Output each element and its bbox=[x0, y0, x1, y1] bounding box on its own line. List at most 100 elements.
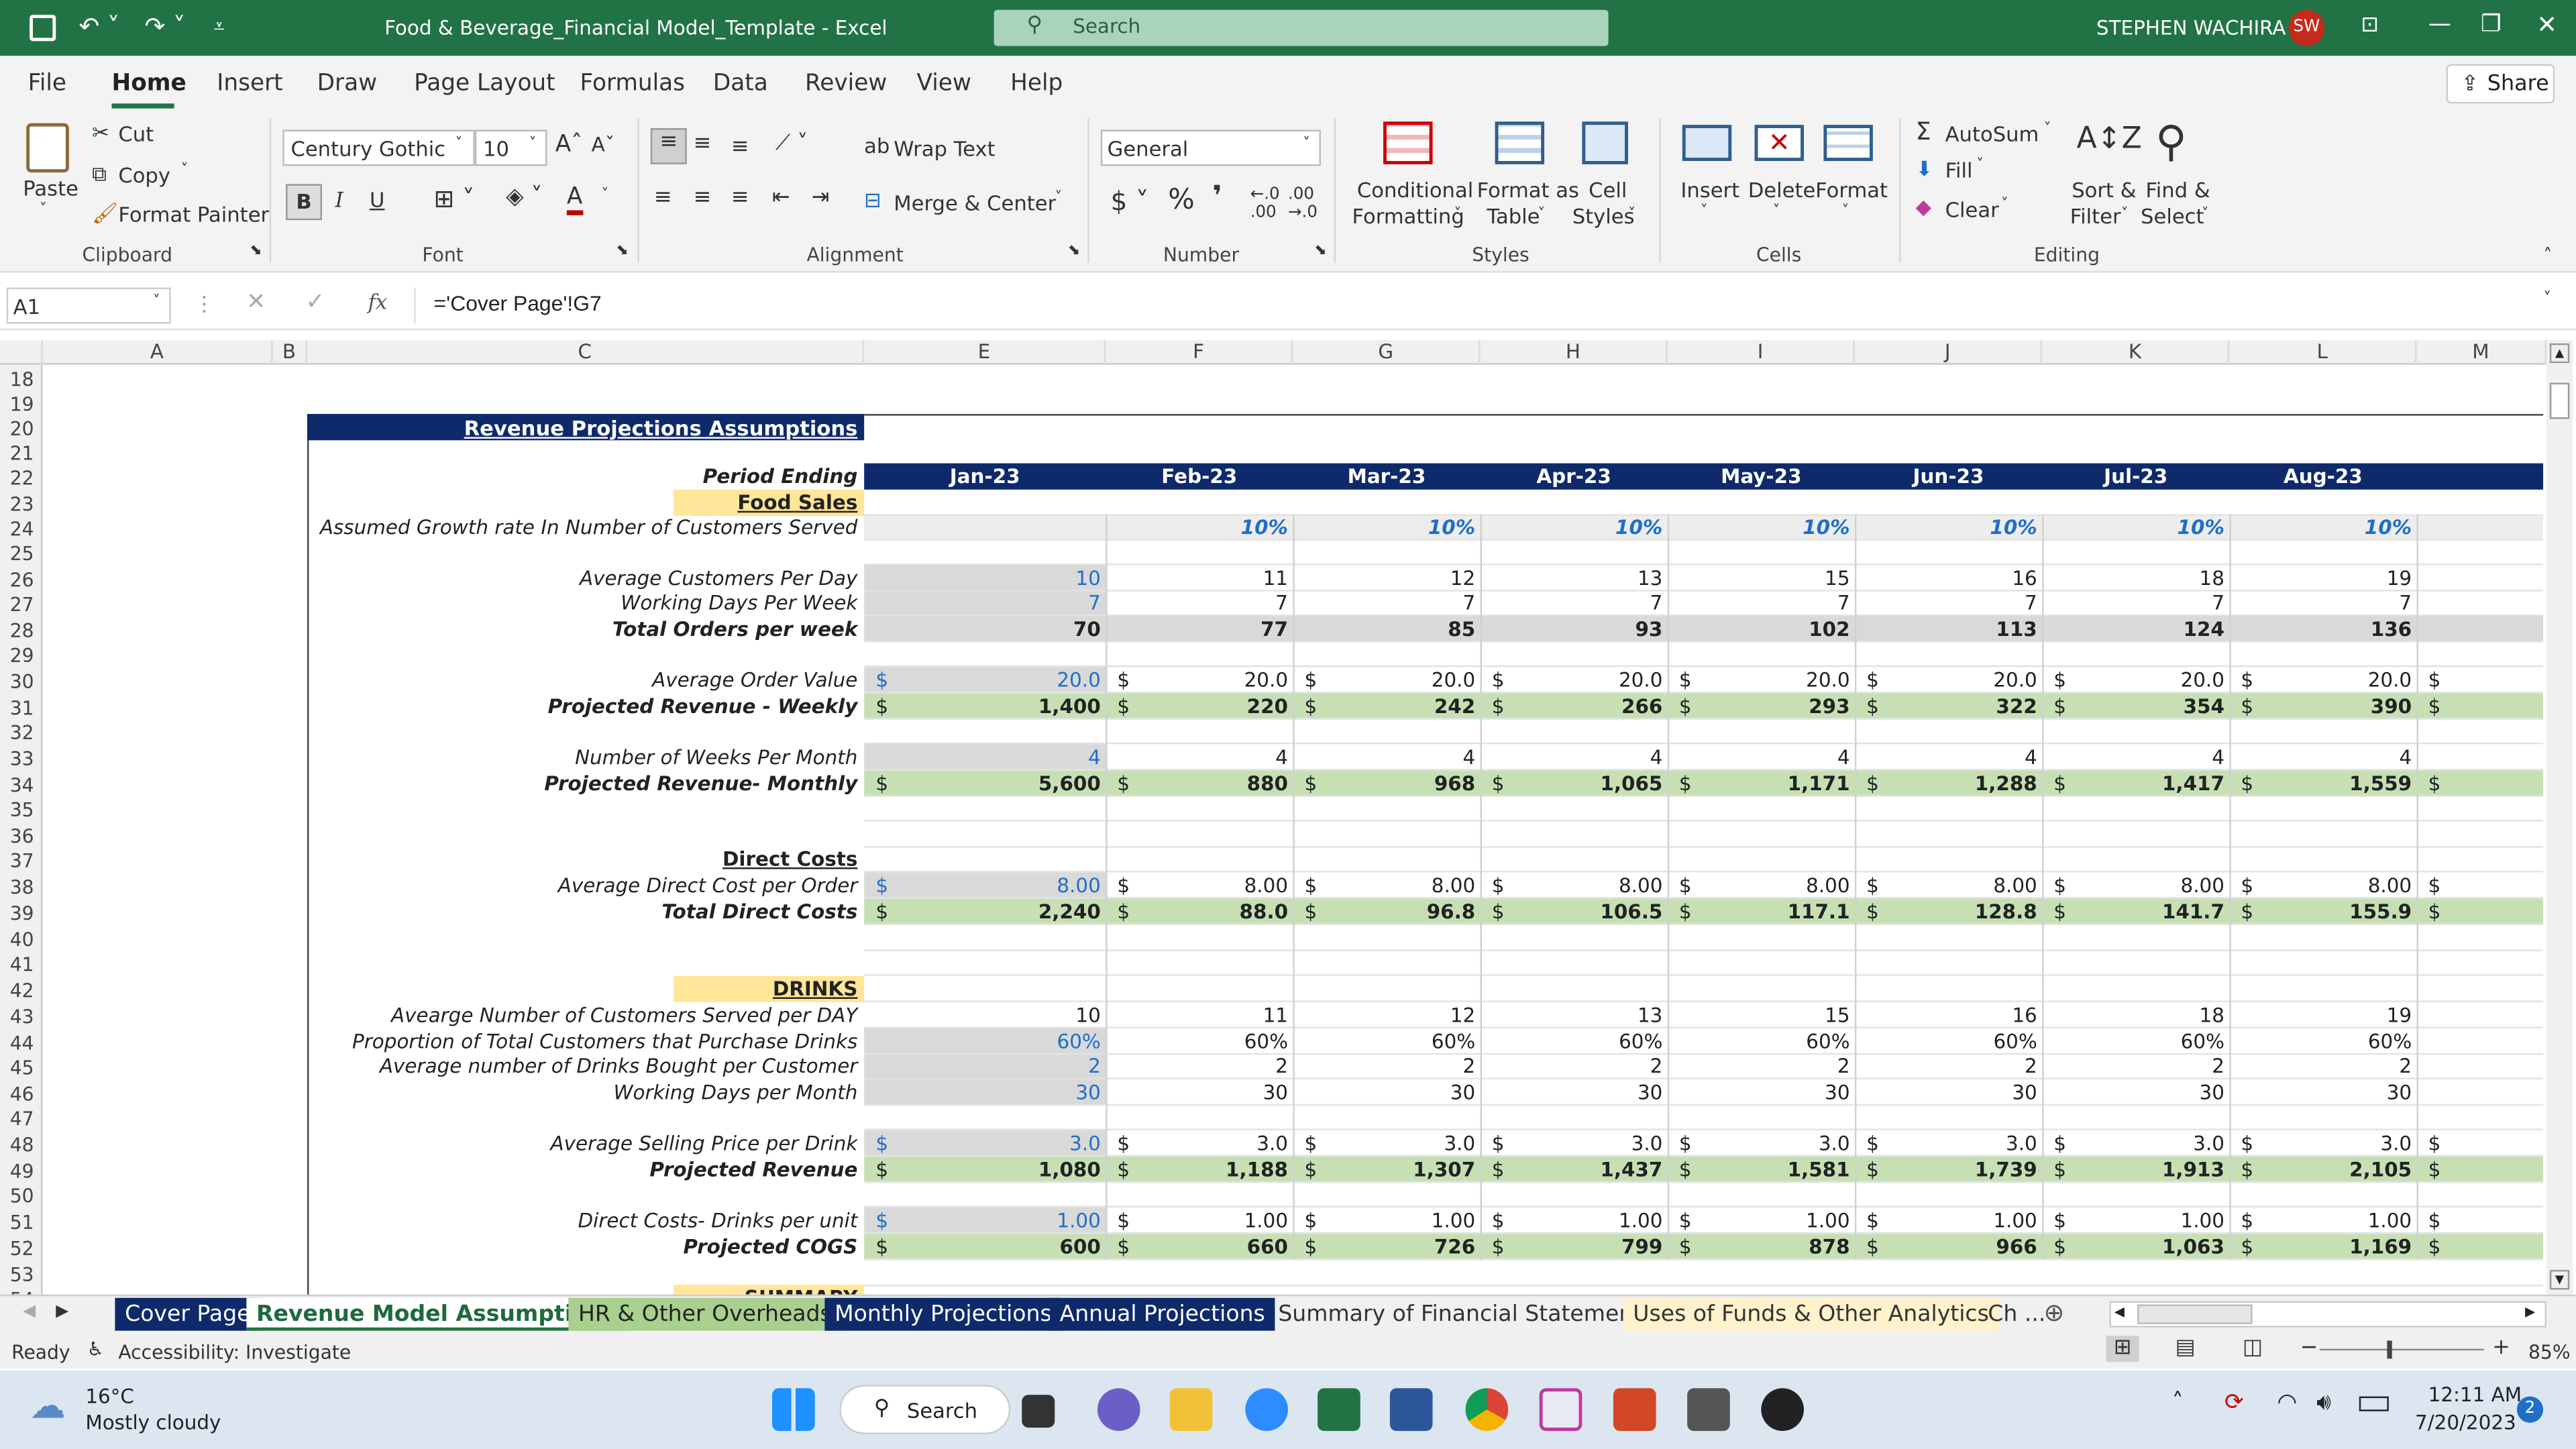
data-cell[interactable]: 60% bbox=[1481, 1030, 1668, 1055]
data-cell[interactable]: 3.0 bbox=[2042, 1132, 2229, 1157]
data-cell[interactable]: 20.0 bbox=[1106, 669, 1293, 694]
delete-cells-button[interactable]: ✕ Delete ˅ bbox=[1745, 118, 1815, 233]
month-header[interactable]: Aug-23 bbox=[2229, 465, 2416, 490]
number-format-select[interactable]: General ˅ bbox=[1100, 129, 1321, 166]
data-cell[interactable]: 2,105 bbox=[2229, 1159, 2416, 1183]
col-header-e[interactable]: E bbox=[864, 339, 1106, 365]
data-cell[interactable]: 10 bbox=[864, 1004, 1106, 1028]
file-explorer-icon[interactable] bbox=[1169, 1388, 1213, 1432]
dialog-launcher-icon[interactable]: ⬊ bbox=[616, 243, 628, 259]
data-cell[interactable]: 60% bbox=[2042, 1030, 2229, 1055]
data-cell[interactable]: 16 bbox=[1855, 1004, 2042, 1028]
chevron-down-icon[interactable]: ˅ bbox=[2044, 121, 2051, 138]
row-label[interactable]: Projected Revenue - Weekly bbox=[307, 695, 858, 720]
data-cell[interactable]: 968 bbox=[1293, 772, 1480, 797]
dialog-launcher-icon[interactable]: ⬊ bbox=[250, 243, 262, 259]
data-cell[interactable]: 1,559 bbox=[2229, 772, 2416, 797]
customize-qat-icon[interactable]: ⩡ bbox=[213, 15, 225, 40]
row-header-22[interactable]: 22 bbox=[0, 467, 41, 490]
month-header[interactable]: Mar-23 bbox=[1293, 465, 1480, 490]
month-header[interactable]: Jan-23 bbox=[864, 465, 1106, 490]
insert-function-icon[interactable]: fx bbox=[368, 289, 388, 314]
expand-formula-icon[interactable]: ˅ bbox=[2543, 290, 2551, 309]
row-header-25[interactable]: 25 bbox=[0, 542, 41, 565]
accessibility-status[interactable]: Accessibility: Investigate bbox=[118, 1340, 351, 1363]
data-cell[interactable]: 77 bbox=[1106, 618, 1293, 643]
row-header-36[interactable]: 36 bbox=[0, 824, 41, 847]
add-sheet-icon[interactable]: ⊕ bbox=[2044, 1298, 2065, 1328]
data-cell[interactable]: 18 bbox=[2042, 567, 2229, 592]
data-cell[interactable]: 354 bbox=[2042, 695, 2229, 720]
data-cell[interactable]: 15 bbox=[1668, 567, 1855, 592]
media-player-icon[interactable] bbox=[1761, 1388, 1805, 1432]
data-cell[interactable]: 2 bbox=[1855, 1055, 2042, 1079]
data-cell[interactable]: 3.0 bbox=[1481, 1132, 1668, 1157]
notification-badge[interactable]: 2 bbox=[2516, 1396, 2544, 1423]
data-cell[interactable]: 8.00 bbox=[864, 874, 1106, 899]
row-header-46[interactable]: 46 bbox=[0, 1083, 41, 1106]
data-cell[interactable]: 1,307 bbox=[1293, 1159, 1480, 1183]
data-cell[interactable]: 10 bbox=[864, 567, 1106, 592]
teams-icon[interactable] bbox=[1097, 1388, 1140, 1432]
prev-sheet-icon[interactable]: ◀ bbox=[23, 1303, 36, 1321]
row-header-21[interactable]: 21 bbox=[0, 442, 41, 465]
find-select-button[interactable]: ⚲ Find & Select ˅ bbox=[2139, 118, 2218, 233]
data-cell[interactable]: 799 bbox=[1481, 1236, 1668, 1260]
data-cell[interactable]: 11 bbox=[1106, 567, 1293, 592]
align-center-icon[interactable]: ≡ bbox=[693, 186, 711, 211]
wifi-icon[interactable]: ◠ bbox=[2277, 1390, 2297, 1416]
row-header-29[interactable]: 29 bbox=[0, 644, 41, 667]
data-cell[interactable]: 12 bbox=[1293, 1004, 1480, 1028]
col-header-l[interactable]: L bbox=[2229, 339, 2417, 365]
data-cell[interactable]: 20.0 bbox=[1855, 669, 2042, 694]
data-cell[interactable]: 4 bbox=[1293, 746, 1480, 771]
zoom-thumb[interactable] bbox=[2387, 1340, 2392, 1359]
data-cell[interactable]: 242 bbox=[1293, 695, 1480, 720]
autosum-button[interactable]: AutoSum bbox=[1945, 121, 2039, 146]
menu-draw[interactable]: Draw bbox=[317, 70, 378, 97]
data-cell[interactable]: 10% bbox=[1481, 516, 1668, 541]
comma-icon[interactable]: ❜ bbox=[1212, 180, 1222, 213]
data-cell[interactable]: 2 bbox=[2042, 1055, 2229, 1079]
row-label[interactable]: Proportion of Total Customers that Purch… bbox=[307, 1030, 857, 1055]
row-header-48[interactable]: 48 bbox=[0, 1134, 41, 1157]
data-cell[interactable]: 8.00 bbox=[2042, 874, 2229, 899]
align-bottom-icon[interactable]: ≡ bbox=[731, 135, 749, 160]
wrap-text-button[interactable]: Wrap Text bbox=[894, 136, 995, 161]
data-cell[interactable]: 12 bbox=[1293, 567, 1480, 592]
fill-color-icon[interactable]: ◈ ˅ bbox=[506, 184, 542, 210]
scroll-down-icon[interactable]: ▼ bbox=[2549, 1270, 2570, 1290]
data-cell[interactable]: 2 bbox=[2229, 1055, 2416, 1079]
data-cell[interactable]: 1.00 bbox=[1481, 1209, 1668, 1234]
increase-decimal-icon[interactable]: ←.0.00 bbox=[1250, 186, 1280, 222]
row-label[interactable]: Number of Weeks Per Month bbox=[307, 746, 857, 771]
data-cell[interactable]: 966 bbox=[1855, 1236, 2042, 1260]
row-label[interactable]: Working Days per Month bbox=[307, 1081, 857, 1106]
battery-icon[interactable] bbox=[2359, 1396, 2389, 1411]
volume-icon[interactable]: 🔊︎ bbox=[2316, 1390, 2331, 1416]
data-cell[interactable]: 1.00 bbox=[1106, 1209, 1293, 1234]
row-label[interactable]: Projected Revenue bbox=[307, 1159, 857, 1183]
data-cell[interactable]: 8.00 bbox=[2229, 874, 2416, 899]
data-cell[interactable]: 30 bbox=[1106, 1081, 1293, 1106]
data-cell[interactable]: 7 bbox=[2229, 592, 2416, 616]
direct-costs-header[interactable]: Direct Costs bbox=[674, 848, 857, 873]
data-cell[interactable]: 30 bbox=[864, 1081, 1106, 1106]
percent-icon[interactable]: % bbox=[1168, 184, 1195, 217]
cut-button[interactable]: Cut bbox=[118, 121, 154, 146]
data-cell[interactable]: 60% bbox=[1668, 1030, 1855, 1055]
row-header-42[interactable]: 42 bbox=[0, 979, 41, 1002]
data-cell[interactable]: 1,417 bbox=[2042, 772, 2229, 797]
col-header-h[interactable]: H bbox=[1481, 339, 1668, 365]
row-label[interactable]: Average Selling Price per Drink bbox=[307, 1132, 858, 1157]
currency-symbol[interactable]: $ bbox=[2428, 695, 2448, 720]
italic-button[interactable]: I bbox=[335, 187, 343, 212]
scroll-thumb[interactable] bbox=[2549, 382, 2570, 419]
save-icon[interactable] bbox=[30, 15, 56, 42]
align-top-icon[interactable]: ≡ bbox=[650, 128, 687, 164]
data-cell[interactable]: 1.00 bbox=[1855, 1209, 2042, 1234]
data-cell[interactable]: 8.00 bbox=[1855, 874, 2042, 899]
menu-page-layout[interactable]: Page Layout bbox=[414, 70, 555, 97]
data-cell[interactable]: 880 bbox=[1106, 772, 1293, 797]
decrease-decimal-icon[interactable]: .00 →.0 bbox=[1288, 186, 1318, 222]
